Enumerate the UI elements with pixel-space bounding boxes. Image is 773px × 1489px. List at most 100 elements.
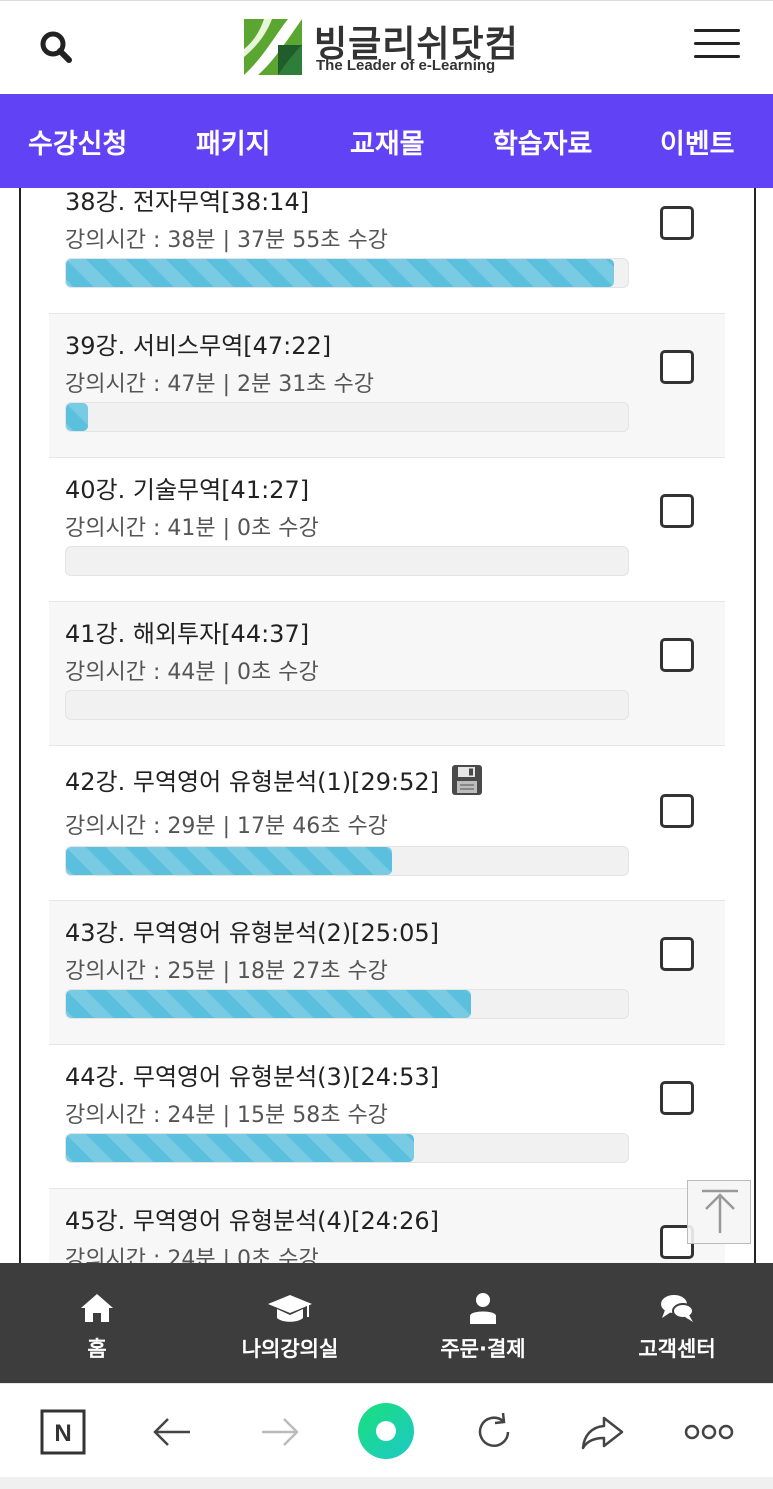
lecture-checkbox[interactable] <box>660 937 694 971</box>
lecture-meta: 강의시간 : 38분 | 37분 55초 수강 <box>65 228 388 253</box>
arrow-left-icon <box>153 1418 190 1446</box>
lecture-title-text: 41강. 해외투자[44:37] <box>65 620 310 648</box>
arrow-right-icon <box>262 1418 299 1446</box>
refresh-button[interactable] <box>470 1408 518 1456</box>
lecture-item: 42강. 무역영어 유형분석(1)[29:52] 강의시간 : 29분 | 17… <box>49 746 725 901</box>
lecture-title[interactable]: 40강. 기술무역[41:27] <box>65 470 309 505</box>
menu-line-icon <box>694 55 740 58</box>
lecture-checkbox[interactable] <box>660 794 694 828</box>
lecture-title[interactable]: 39강. 서비스무역[47:22] <box>65 326 331 361</box>
floppy-disk-icon[interactable] <box>451 764 483 796</box>
lecture-checkbox[interactable] <box>660 494 694 528</box>
bottom-nav-customer-center[interactable]: 고객센터 <box>587 1291 767 1363</box>
lecture-meta: 강의시간 : 25분 | 18분 27초 수강 <box>65 959 388 984</box>
lecture-list: 38강. 전자무역[38:14] 강의시간 : 38분 | 37분 55초 수강… <box>19 188 756 1264</box>
progress-fill <box>66 847 392 875</box>
lecture-item: 38강. 전자무역[38:14] 강의시간 : 38분 | 37분 55초 수강 <box>49 188 725 314</box>
lecture-title[interactable]: 42강. 무역영어 유형분석(1)[29:52] <box>65 762 483 797</box>
progress-bar <box>65 402 629 432</box>
nav-item-bookstore[interactable]: 교재몰 <box>350 122 425 161</box>
site-logo[interactable]: 빙글리쉬닷컴 The Leader of e-Learning <box>244 17 544 79</box>
system-nav-strip <box>0 1477 773 1489</box>
bottom-nav-order-payment[interactable]: 주문·결제 <box>393 1291 573 1363</box>
progress-fill <box>66 259 614 287</box>
hamburger-menu-button[interactable] <box>694 29 740 65</box>
naver-n-icon: N <box>40 1409 86 1455</box>
lecture-title-text: 40강. 기술무역[41:27] <box>65 476 310 504</box>
progress-bar <box>65 546 629 576</box>
back-button[interactable] <box>148 1408 196 1456</box>
progress-bar <box>65 690 629 720</box>
lecture-checkbox[interactable] <box>660 1081 694 1115</box>
site-header: 빙글리쉬닷컴 The Leader of e-Learning <box>0 0 773 94</box>
naver-home-button[interactable]: N <box>39 1408 87 1456</box>
search-icon <box>40 31 72 63</box>
bottom-nav: 홈 나의강의실 주문·결제 고객센터 <box>0 1263 773 1383</box>
lecture-title-text: 43강. 무역영어 유형분석(2)[25:05] <box>65 919 440 947</box>
green-dot-icon <box>358 1403 414 1459</box>
lecture-item: 40강. 기술무역[41:27] 강의시간 : 41분 | 0초 수강 <box>49 458 725 602</box>
green-dot-button[interactable] <box>357 1402 415 1460</box>
lecture-meta: 강의시간 : 47분 | 2분 31초 수강 <box>65 372 374 397</box>
lecture-meta: 강의시간 : 29분 | 17분 46초 수강 <box>65 814 388 839</box>
nav-item-study-materials[interactable]: 학습자료 <box>493 122 592 161</box>
progress-bar <box>65 846 629 876</box>
lecture-checkbox[interactable] <box>660 350 694 384</box>
more-dots-icon <box>684 1424 734 1440</box>
forward-button[interactable] <box>256 1408 304 1456</box>
svg-text:N: N <box>54 1420 71 1447</box>
lecture-meta: 강의시간 : 41분 | 0초 수강 <box>65 516 319 541</box>
share-button[interactable] <box>578 1408 626 1456</box>
progress-bar <box>65 258 629 288</box>
lecture-item: 39강. 서비스무역[47:22] 강의시간 : 47분 | 2분 31초 수강 <box>49 314 725 458</box>
bottom-nav-my-classroom[interactable]: 나의강의실 <box>200 1291 380 1363</box>
refresh-icon <box>478 1412 510 1447</box>
user-icon <box>470 1293 496 1324</box>
arrow-up-icon <box>702 1189 738 1233</box>
lecture-title-text: 45강. 무역영어 유형분석(4)[24:26] <box>65 1207 440 1235</box>
lecture-checkbox[interactable] <box>660 638 694 672</box>
progress-fill <box>66 1134 415 1162</box>
progress-bar <box>65 1133 629 1163</box>
lecture-meta: 강의시간 : 24분 | 15분 58초 수강 <box>65 1103 388 1128</box>
lecture-title[interactable]: 41강. 해외투자[44:37] <box>65 614 309 649</box>
chat-bubbles-icon <box>661 1295 694 1322</box>
lecture-meta: 강의시간 : 24분 | 0초 수강 <box>65 1247 319 1264</box>
menu-line-icon <box>694 29 740 32</box>
more-button[interactable] <box>684 1408 734 1456</box>
menu-line-icon <box>694 42 740 45</box>
lecture-item: 44강. 무역영어 유형분석(3)[24:53] 강의시간 : 24분 | 15… <box>49 1045 725 1189</box>
progress-bar <box>65 989 629 1019</box>
lecture-title[interactable]: 45강. 무역영어 유형분석(4)[24:26] <box>65 1201 439 1236</box>
home-icon <box>81 1294 113 1322</box>
scroll-to-top-button[interactable] <box>687 1180 751 1244</box>
nav-item-package[interactable]: 패키지 <box>196 122 271 161</box>
lecture-title-text: 42강. 무역영어 유형분석(1)[29:52] <box>65 768 440 796</box>
nav-item-enroll[interactable]: 수강신청 <box>28 122 127 161</box>
lecture-item: 41강. 해외투자[44:37] 강의시간 : 44분 | 0초 수강 <box>49 602 725 746</box>
lecture-title[interactable]: 44강. 무역영어 유형분석(3)[24:53] <box>65 1057 439 1092</box>
lecture-checkbox[interactable] <box>660 206 694 240</box>
browser-toolbar: N <box>0 1383 773 1477</box>
main-nav: 수강신청 패키지 교재몰 학습자료 이벤트 <box>0 94 773 188</box>
lecture-item: 45강. 무역영어 유형분석(4)[24:26] 강의시간 : 24분 | 0초… <box>49 1189 725 1264</box>
logo-mark-icon <box>244 19 302 75</box>
bottom-nav-label: 고객센터 <box>638 1337 716 1361</box>
lecture-title-text: 39강. 서비스무역[47:22] <box>65 332 332 360</box>
lecture-meta: 강의시간 : 44분 | 0초 수강 <box>65 660 319 685</box>
progress-fill <box>66 403 89 431</box>
share-icon <box>581 1416 624 1450</box>
progress-fill <box>66 990 471 1018</box>
lecture-item: 43강. 무역영어 유형분석(2)[25:05] 강의시간 : 25분 | 18… <box>49 901 725 1045</box>
bottom-nav-home[interactable]: 홈 <box>7 1291 187 1363</box>
logo-subtitle: The Leader of e-Learning <box>316 57 496 74</box>
search-button[interactable] <box>36 27 76 67</box>
bottom-nav-label: 나의강의실 <box>241 1337 339 1361</box>
lecture-title[interactable]: 38강. 전자무역[38:14] <box>65 188 309 217</box>
lecture-title-text: 38강. 전자무역[38:14] <box>65 188 310 216</box>
bottom-nav-label: 홈 <box>87 1337 107 1361</box>
bottom-nav-label: 주문·결제 <box>440 1337 526 1361</box>
graduation-cap-icon <box>268 1295 312 1322</box>
lecture-title[interactable]: 43강. 무역영어 유형분석(2)[25:05] <box>65 913 439 948</box>
nav-item-event[interactable]: 이벤트 <box>660 122 735 161</box>
